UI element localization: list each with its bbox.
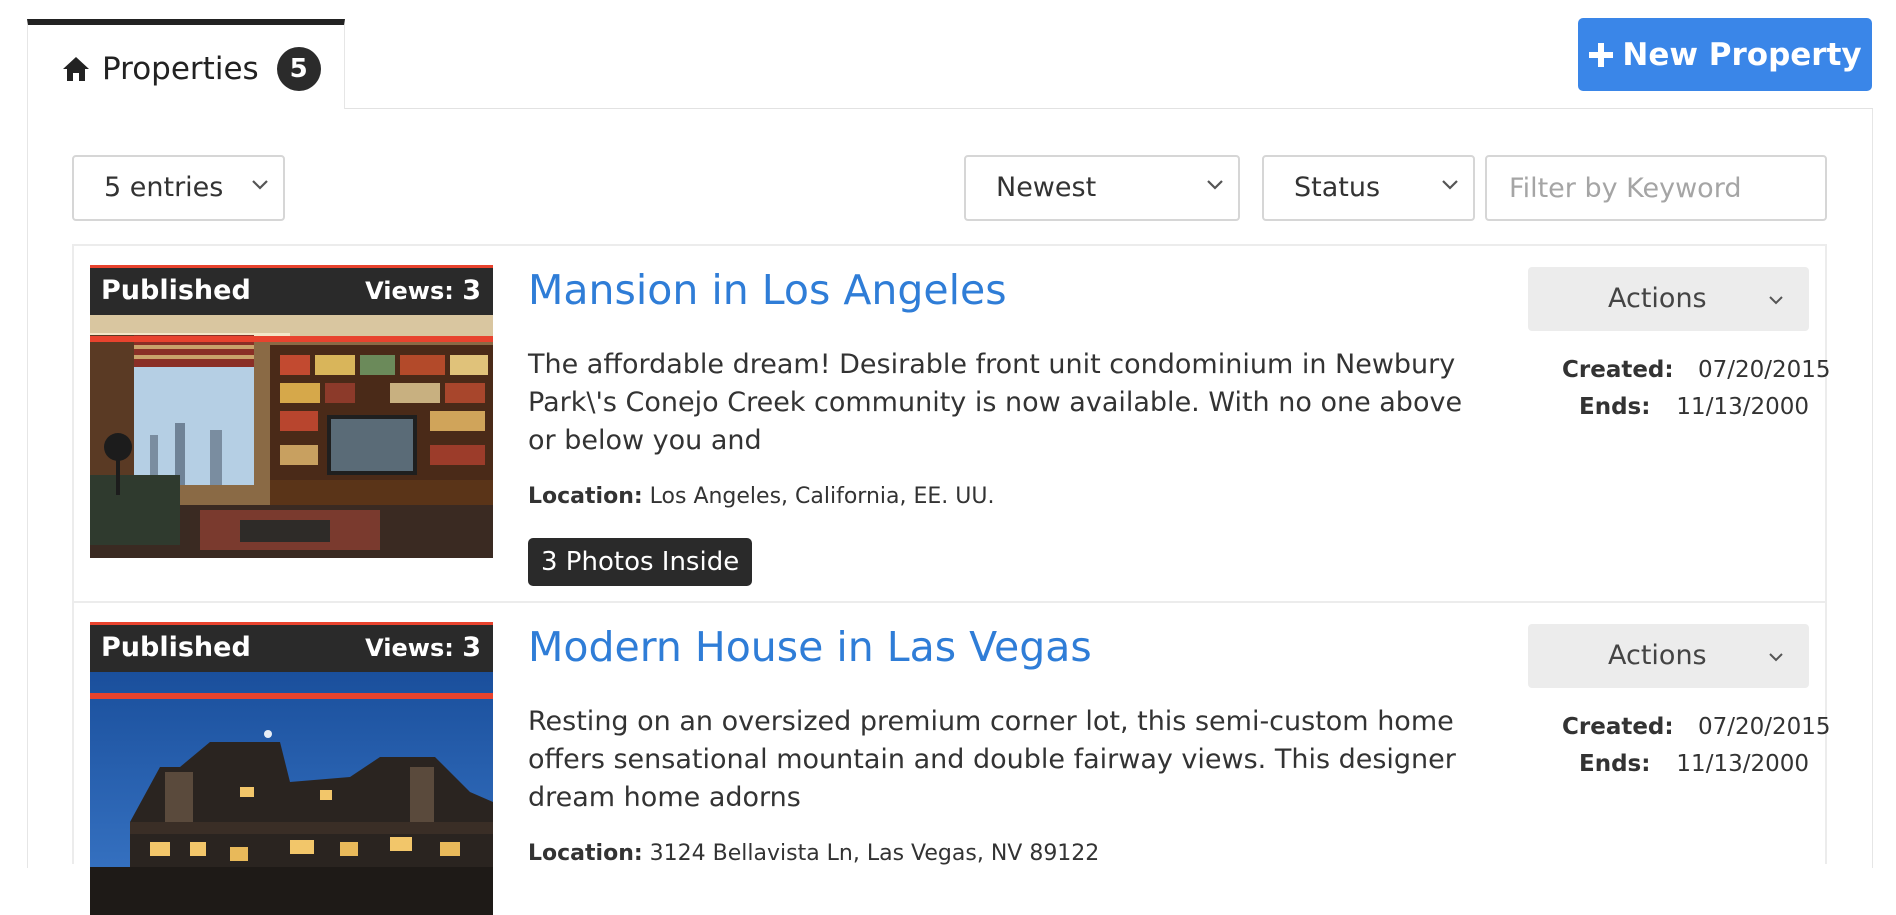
tab-label: Properties — [102, 51, 259, 87]
entries-value: 5 entries — [104, 172, 224, 203]
new-property-button[interactable]: New Property — [1578, 18, 1872, 91]
property-title-link[interactable]: Modern House in Las Vegas — [528, 623, 1092, 671]
property-photo — [90, 672, 493, 915]
property-location: Location: Los Angeles, California, EE. U… — [528, 484, 995, 509]
ends-date: 11/13/2000 — [1676, 393, 1809, 420]
count-badge: 5 — [276, 47, 321, 91]
property-description: The affordable dream! Desirable front un… — [528, 349, 1463, 456]
property-dates: Created: 07/20/2015 Ends: 11/13/2000 — [1562, 356, 1831, 420]
home-icon — [63, 57, 89, 81]
created-date: 07/20/2015 — [1698, 356, 1831, 383]
created-date: 07/20/2015 — [1698, 713, 1831, 740]
chevron-down-icon — [252, 180, 268, 190]
panel-divider — [344, 108, 1873, 109]
list-item: Published Views: 3 Modern House in Las V… — [72, 603, 1831, 915]
chevron-down-icon — [1442, 180, 1458, 190]
status-value: Status — [1294, 172, 1381, 203]
annotation-highlight — [90, 265, 493, 342]
photos-badge[interactable]: 3 Photos Inside — [528, 538, 753, 586]
list-item: Published Views: 3 Mansion in Los Angele… — [72, 246, 1831, 602]
plus-icon — [1589, 42, 1614, 67]
new-property-label: New Property — [1622, 36, 1862, 73]
sort-value: Newest — [996, 172, 1097, 203]
actions-dropdown[interactable]: Actions — [1528, 267, 1809, 331]
property-description: Resting on an oversized premium corner l… — [528, 706, 1456, 813]
sort-select[interactable]: Newest — [964, 155, 1240, 221]
chevron-down-icon — [1769, 296, 1783, 305]
property-thumbnail[interactable]: Published Views: 3 — [90, 265, 493, 558]
tab-properties[interactable]: Properties 5 — [27, 19, 345, 109]
property-location: Location: 3124 Bellavista Ln, Las Vegas,… — [528, 841, 1100, 866]
property-dates: Created: 07/20/2015 Ends: 11/13/2000 — [1562, 713, 1831, 777]
property-photo — [90, 315, 493, 558]
chevron-down-icon — [1769, 653, 1783, 662]
actions-dropdown[interactable]: Actions — [1528, 624, 1809, 688]
property-thumbnail[interactable]: Published Views: 3 — [90, 622, 493, 915]
ends-date: 11/13/2000 — [1676, 750, 1809, 777]
chevron-down-icon — [1207, 180, 1223, 190]
status-select[interactable]: Status — [1262, 155, 1475, 221]
entries-select[interactable]: 5 entries — [72, 155, 285, 221]
property-title-link[interactable]: Mansion in Los Angeles — [528, 266, 1007, 314]
keyword-filter-input[interactable] — [1485, 155, 1827, 221]
annotation-highlight — [90, 622, 493, 699]
